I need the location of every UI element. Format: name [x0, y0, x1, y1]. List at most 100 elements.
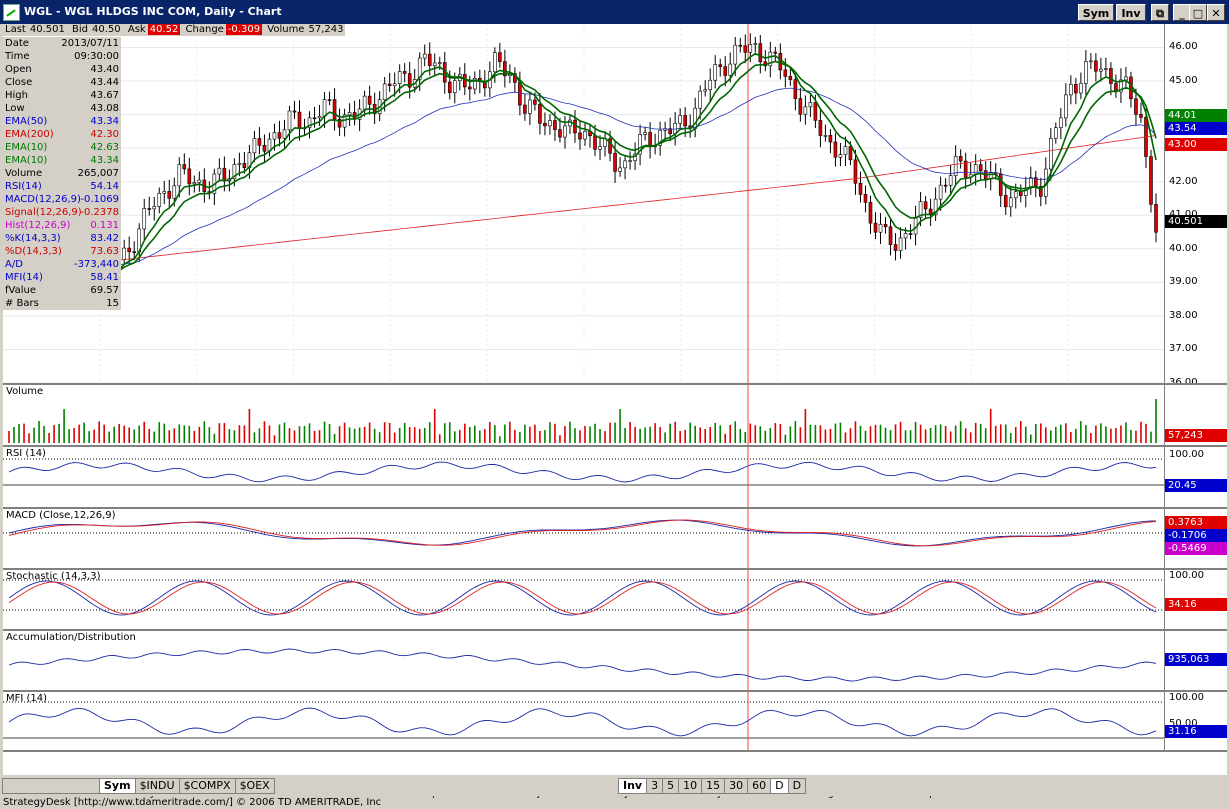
interval-tab-15[interactable]: 15: [701, 778, 726, 794]
stochastic-panel[interactable]: Stochastic (14,3,3) 100.00 34.16: [3, 570, 1227, 631]
volume-bar: [308, 423, 311, 443]
data-window: Date 2013/07/11 Time 09:30:00 Open 43.40 Close…: [3, 37, 121, 310]
candle-body: [578, 132, 582, 140]
volume-bar: [869, 426, 872, 443]
close-icon[interactable]: ✕: [1207, 4, 1225, 21]
chart-area[interactable]: 46.0045.0044.0043.0042.0041.0040.0039.00…: [3, 24, 1227, 799]
data-window-value: 43.67: [90, 90, 119, 101]
candle-body: [322, 99, 327, 117]
interval-tab-60[interactable]: 60: [747, 778, 772, 794]
sym-tab-scroll[interactable]: [2, 778, 100, 794]
sym-tab-oex[interactable]: $OEX: [234, 778, 275, 794]
volume-bar: [123, 425, 125, 443]
inv-button[interactable]: Inv: [1116, 4, 1146, 21]
sym-tab-button[interactable]: Sym: [99, 778, 136, 794]
candle-body: [1069, 83, 1073, 96]
bid-value: 40.50: [92, 24, 121, 35]
rsi-panel[interactable]: RSI (14) 100.00 20.45: [3, 447, 1227, 509]
data-window-row: Close 43.44: [3, 76, 121, 89]
mfi-tick-100: 100.00: [1169, 692, 1204, 703]
volume-bar: [514, 429, 516, 443]
volume-bar: [824, 429, 827, 443]
volume-bar: [448, 422, 451, 443]
candle-body: [598, 146, 602, 150]
macd-panel[interactable]: MACD (Close,12,26,9) 0.3763 -0.1706 -0.5…: [3, 509, 1227, 570]
candle-body: [963, 160, 968, 178]
data-window-key: Open: [5, 64, 32, 75]
volume-bar: [699, 427, 701, 443]
sym-tab-compx[interactable]: $COMPX: [178, 778, 236, 794]
candle-body: [1079, 83, 1083, 94]
price-panel[interactable]: 46.0045.0044.0043.0042.0041.0040.0039.00…: [3, 24, 1227, 385]
stochastic-label: Stochastic (14,3,3): [6, 571, 101, 582]
quote-bar: Last 40.501 Bid 40.50 Ask 40.52 Change -0.30…: [3, 24, 346, 36]
candle-body: [728, 63, 733, 76]
last-value: 40.501: [29, 24, 65, 35]
interval-tab-daily-2[interactable]: D: [787, 778, 807, 794]
volume-bar: [614, 422, 616, 443]
candle-body: [1008, 197, 1013, 208]
volume-bar: [113, 426, 115, 443]
volume-bar: [594, 423, 596, 443]
restore-icon[interactable]: ⧉: [1151, 4, 1169, 21]
ad-panel[interactable]: Accumulation/Distribution 935,063: [3, 631, 1227, 692]
volume-bar: [779, 423, 782, 443]
volume-bar: [734, 421, 737, 443]
maximize-icon[interactable]: □: [1189, 4, 1207, 21]
candle-body: [743, 45, 748, 53]
volume-bar: [679, 430, 681, 443]
volume-bar: [984, 428, 987, 443]
candle-body: [538, 104, 542, 124]
candle-body: [432, 62, 437, 66]
change-label: Change: [185, 24, 224, 35]
data-window-key: MACD(12,26,9): [5, 194, 81, 205]
candle-body: [903, 233, 908, 239]
volume-bar: [834, 423, 837, 443]
interval-tab-30[interactable]: 30: [724, 778, 749, 794]
mfi-axis: 100.00 50.00 31.16: [1164, 692, 1227, 750]
candle-body: [222, 167, 227, 182]
price-tick: 42.00: [1169, 175, 1198, 187]
volume-bar: [188, 425, 191, 443]
data-window-row: EMA(10) 43.34: [3, 154, 121, 167]
volume-bar: [318, 430, 321, 443]
sym-tab-indu[interactable]: $INDU: [134, 778, 180, 794]
interval-tab-daily[interactable]: D: [770, 778, 789, 794]
candle-body: [1089, 60, 1093, 63]
mfi-series: [8, 707, 1157, 737]
volume-bar: [589, 426, 591, 443]
volume-bar: [238, 425, 241, 443]
volume-bar: [198, 426, 201, 443]
candle-body: [873, 222, 878, 233]
candle-body: [778, 52, 783, 71]
data-window-key: EMA(10): [5, 155, 48, 166]
mfi-panel[interactable]: MFI (14) 100.00 50.00 31.16: [3, 692, 1227, 752]
data-window-key: %K(14,3,3): [5, 233, 61, 244]
volume-bar: [1105, 426, 1107, 443]
candle-body: [878, 224, 883, 233]
data-window-row: Date 2013/07/11: [3, 37, 121, 50]
volume-bar: [914, 421, 917, 443]
interval-tab-3[interactable]: 3: [646, 778, 664, 794]
volume-bar: [804, 409, 807, 443]
inv-tab-button[interactable]: Inv: [618, 778, 648, 794]
volume-bar: [919, 424, 922, 443]
candle-body: [1049, 138, 1053, 170]
volume-bar: [664, 432, 666, 443]
data-window-value: 42.30: [90, 129, 119, 140]
volume-bar: [323, 421, 326, 443]
price-tick: 46.00: [1169, 41, 1198, 53]
ema200-tag: 43.00: [1165, 138, 1227, 151]
interval-tab-10[interactable]: 10: [678, 778, 703, 794]
data-window-value: 54.14: [90, 181, 119, 192]
candle-body: [1064, 94, 1068, 119]
sym-button[interactable]: Sym: [1078, 4, 1114, 21]
rsi-tick: 100.00: [1169, 449, 1204, 460]
volume-bar: [408, 427, 411, 443]
interval-tab-5[interactable]: 5: [662, 778, 680, 794]
volume-bar: [814, 424, 817, 443]
volume-bar: [383, 422, 386, 443]
volume-panel[interactable]: Volume 57,243: [3, 385, 1227, 447]
candle-body: [382, 83, 387, 101]
candle-body: [858, 182, 863, 195]
